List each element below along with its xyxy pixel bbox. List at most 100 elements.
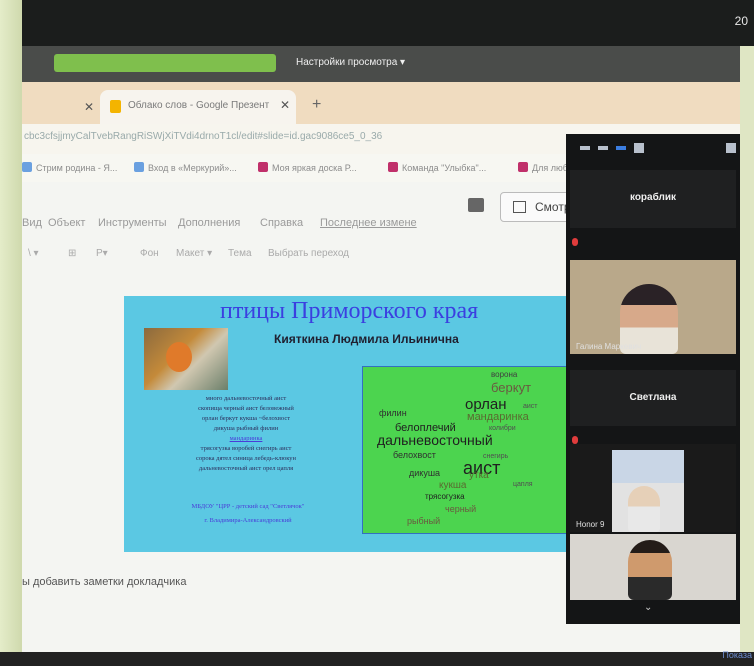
- toolbar-item[interactable]: ⊞: [68, 248, 76, 259]
- bookmark-label: Моя яркая доска Р...: [272, 163, 357, 173]
- bookmark-item[interactable]: Вход в «Меркурий»...: [134, 162, 237, 173]
- toolbar-item[interactable]: Выбрать переход: [268, 248, 349, 259]
- monitor-bezel-left: [0, 0, 22, 666]
- monitor-bezel-top: 20: [22, 0, 754, 46]
- bookmark-label: Для люб: [532, 163, 568, 173]
- slide-text-line: дикуша рыбный филин: [213, 425, 279, 432]
- video-tile-galina[interactable]: Галина Маркевич: [570, 260, 736, 354]
- close-icon[interactable]: ✕: [84, 100, 94, 114]
- slide-text-line: дальневосточный аист орел цапля: [198, 465, 294, 472]
- grid-view-icon[interactable]: [634, 143, 644, 153]
- show-link[interactable]: Показа: [722, 650, 752, 660]
- slide-body-text: много дальневосточный аист скопища черный…: [172, 394, 320, 474]
- speaker-notes-hint[interactable]: ы добавить заметки докладчика: [22, 576, 186, 588]
- slides-toolbar: \ ▾ ⊞ P▾ Фон Макет ▾ Тема Выбрать переход: [22, 244, 582, 266]
- monitor-bezel-bottom: [0, 652, 754, 666]
- menu-item[interactable]: Инструменты: [98, 217, 167, 229]
- video-tile-honor[interactable]: Honor 9: [570, 444, 736, 532]
- slide-text-line: трясогузка воробей снегирь аист: [200, 445, 292, 452]
- word-cloud-word: колибри: [489, 425, 516, 432]
- minimize-icon[interactable]: [580, 146, 590, 150]
- slides-icon: [110, 100, 121, 113]
- toolbar-item[interactable]: Макет ▾: [176, 248, 212, 259]
- participant-name: Светлана: [629, 392, 677, 403]
- slide-title: птицы Приморского края: [220, 298, 479, 324]
- participant-label: Галина Маркевич: [576, 342, 642, 351]
- word-cloud-word: трясогузка: [425, 492, 465, 501]
- video-tile-participant[interactable]: [570, 534, 736, 600]
- slide-credit-line: г. Владимира-Александровский: [204, 517, 292, 524]
- comment-icon[interactable]: [468, 198, 484, 212]
- video-call-panel: кораблик Галина Маркевич Светлана Honor …: [566, 134, 740, 624]
- toolbar-item[interactable]: Фон: [140, 248, 159, 259]
- slide-text-line: сорока дятел синица лебедь-клюкун: [195, 455, 297, 462]
- slides-menubar: Вид Объект Инструменты Дополнения Справка Пос…: [22, 212, 582, 234]
- tab-slides[interactable]: Облако слов - Google Презент ✕: [100, 90, 296, 124]
- tab-previous[interactable]: ✕: [22, 92, 102, 122]
- bookmark-item[interactable]: Для люб: [518, 162, 568, 173]
- mic-muted-icon: [572, 238, 578, 246]
- bookmark-item[interactable]: Команда "Улыбка"...: [388, 162, 486, 173]
- bookmark-item[interactable]: Моя яркая доска Р...: [258, 162, 357, 173]
- list-view-icon[interactable]: [598, 146, 608, 150]
- participant-video: [628, 486, 660, 532]
- tab-title: Облако слов - Google Презент: [128, 100, 270, 111]
- word-cloud-word: рыбный: [407, 516, 441, 526]
- menu-item[interactable]: Объект: [48, 217, 85, 229]
- slide-text-line: скопища черный аист беловежный: [198, 405, 294, 412]
- slide-canvas[interactable]: птицы Приморского края Кияткина Людмила …: [124, 296, 586, 552]
- video-tile-korablik[interactable]: кораблик: [570, 170, 736, 228]
- slide-credit: МБДОУ "ЦРР - детский сад "Светлячок" г. В…: [180, 500, 316, 528]
- mic-muted-icon: [572, 436, 578, 444]
- active-view-icon[interactable]: [616, 146, 626, 150]
- word-cloud-word: филин: [379, 408, 407, 418]
- meeting-top-bar: Настройки просмотра ▾: [22, 46, 740, 82]
- bookmark-icon: [388, 162, 398, 172]
- bookmark-label: Стрим родина - Я...: [36, 163, 118, 173]
- clock: 20: [734, 14, 748, 28]
- slide-author: Кияткина Людмила Ильинична: [274, 332, 459, 346]
- mandarin-duck-image: [144, 328, 228, 390]
- bookmark-icon: [258, 162, 268, 172]
- bookmark-label: Команда "Улыбка"...: [402, 163, 487, 173]
- present-icon: [513, 201, 526, 213]
- word-cloud-word: кукша: [439, 480, 467, 491]
- bookmark-icon: [22, 162, 32, 172]
- participant-name: кораблик: [629, 192, 677, 203]
- participant-label: Honor 9: [576, 520, 605, 529]
- view-settings-menu[interactable]: Настройки просмотра ▾: [296, 57, 405, 68]
- word-cloud-word: ворона: [491, 370, 518, 379]
- expand-icon[interactable]: [726, 143, 736, 153]
- new-tab-button[interactable]: +: [312, 96, 321, 114]
- menu-item[interactable]: Последнее измене: [320, 217, 417, 229]
- toolbar-item[interactable]: P▾: [96, 248, 108, 259]
- word-cloud-word: белохвост: [393, 450, 436, 460]
- menu-item[interactable]: Справка: [260, 217, 303, 229]
- menu-item[interactable]: Вид: [22, 217, 42, 229]
- toolbar-item[interactable]: \ ▾: [28, 248, 39, 259]
- close-icon[interactable]: ✕: [280, 98, 290, 112]
- menu-item[interactable]: Дополнения: [178, 217, 240, 229]
- bookmark-label: Вход в «Меркурий»...: [148, 163, 237, 173]
- slide-text-line: орлан беркут кукша ~белохвост: [201, 415, 291, 422]
- url-text[interactable]: cbc3cfsjjmyCalTvebRangRiSWjXiTVdi4drnoT1…: [24, 131, 382, 142]
- bookmark-item[interactable]: Стрим родина - Я...: [22, 162, 117, 173]
- word-cloud-word: орлан: [465, 396, 507, 413]
- toolbar-item[interactable]: Тема: [228, 248, 252, 259]
- word-cloud-word: дикуша: [409, 468, 441, 478]
- word-cloud-word: дальневосточный: [377, 432, 493, 448]
- participant-video: [628, 540, 672, 600]
- chevron-down-icon[interactable]: ⌄: [644, 602, 652, 613]
- word-cloud-word: цапля: [513, 481, 533, 488]
- screen-share-indicator[interactable]: [54, 54, 276, 72]
- bookmark-icon: [518, 162, 528, 172]
- video-tile-svetlana[interactable]: Светлана: [570, 370, 736, 426]
- word-cloud-word: черный: [445, 504, 477, 514]
- word-cloud-word: аист: [523, 403, 538, 410]
- word-cloud-word: беркут: [491, 380, 532, 395]
- screen: Настройки просмотра ▾ ✕ Облако слов - Go…: [22, 46, 740, 652]
- browser-tab-strip: ✕ Облако слов - Google Презент ✕ +: [22, 82, 740, 124]
- word-cloud-word: мандаринка: [467, 411, 529, 423]
- slide-credit-line: МБДОУ "ЦРР - детский сад "Светлячок": [191, 503, 305, 510]
- slide-text-line: много дальневосточный аист: [205, 395, 287, 402]
